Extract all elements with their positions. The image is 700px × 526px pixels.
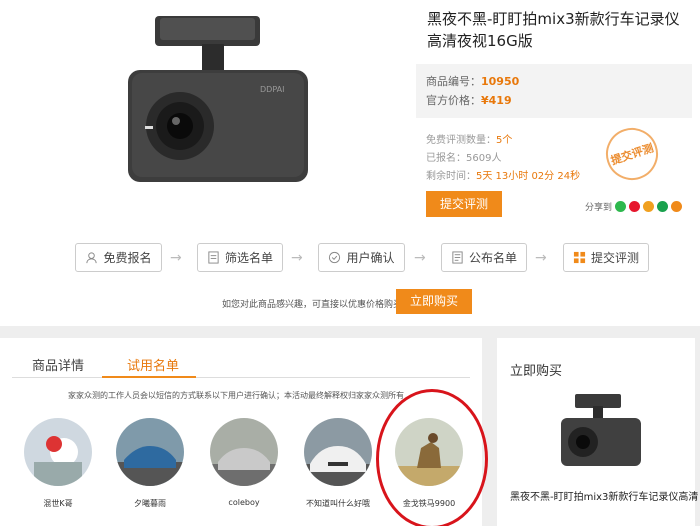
douban-icon[interactable] — [657, 201, 669, 212]
buy-note: 如您对此商品感兴趣，可直接以优惠价格购买。 — [222, 300, 412, 310]
trial-info: 免费评测数量：5个 已报名：5609人 剩余时间：5天 13小时 02分 24秒 — [426, 135, 581, 182]
tab-bar: 商品详情 试用名单 — [12, 350, 470, 378]
list-item[interactable]: 不知道叫什么好哦 — [298, 418, 378, 509]
step-user-confirm: 用户确认 — [318, 243, 405, 272]
weibo-icon[interactable] — [629, 201, 641, 212]
tab-trial-list[interactable]: 试用名单 — [127, 355, 179, 374]
list-item[interactable]: coleboy — [204, 418, 284, 507]
avatar — [116, 418, 184, 486]
list-item[interactable]: 混世K哥 — [18, 418, 98, 509]
user-icon — [86, 252, 98, 264]
product-header-panel: DDPAI 黑夜不黑-盯盯拍mix3新款行车记录仪高清夜视16G版 商品编号：1… — [0, 0, 700, 326]
active-tab-underline — [102, 376, 196, 378]
price-box: 商品编号：10950 官方价格：¥419 — [416, 64, 692, 118]
product-title: 黑夜不黑-盯盯拍mix3新款行车记录仪高清夜视16G版 — [427, 10, 680, 50]
process-steps: 免费报名 → 筛选名单 → 用户确认 → 公布名单 → 提交评测 — [75, 243, 655, 273]
qzone-icon[interactable] — [643, 201, 655, 212]
avatar — [210, 418, 278, 486]
avatar — [24, 418, 92, 486]
arrow-icon: → — [170, 250, 182, 266]
product-code: 10950 — [481, 75, 520, 88]
remaining-time: 5天 13小时 02分 24秒 — [476, 171, 581, 182]
submit-review-button[interactable]: 提交评测 — [426, 191, 502, 217]
sidebar-product-name[interactable]: 黑夜不黑-盯盯拍mix3新款行车记录仪高清 — [510, 488, 698, 503]
share-label: 分享到 — [585, 203, 613, 213]
document-icon — [208, 251, 219, 264]
product-code-row: 商品编号：10950 — [426, 75, 520, 88]
step-free-signup: 免费报名 — [75, 243, 162, 272]
sidebar-title: 立即购买 — [510, 364, 563, 379]
arrow-icon: → — [414, 250, 426, 266]
submit-review-stamp: 提交评测 — [599, 121, 665, 187]
red-annotation-circle — [376, 389, 488, 526]
sidebar-product-image[interactable] — [553, 390, 643, 470]
trial-list-panel: 商品详情 试用名单 家家众测的工作人员会以短信的方式联系以下用户进行确认；本活动… — [0, 338, 488, 526]
wechat-icon[interactable] — [615, 201, 627, 212]
share-bar: 分享到 — [585, 200, 683, 213]
step-submit-review: 提交评测 — [563, 243, 649, 272]
grid-icon — [573, 251, 586, 264]
user-name: 夕曦暮雨 — [134, 499, 166, 508]
check-circle-icon — [329, 251, 341, 264]
user-name: 混世K哥 — [43, 499, 73, 508]
more-share-icon[interactable] — [671, 201, 683, 212]
price-row: 官方价格：¥419 — [426, 94, 512, 107]
official-price: ¥419 — [481, 94, 512, 107]
signed-count: 5609人 — [466, 153, 502, 164]
step-publish-list: 公布名单 — [441, 243, 527, 272]
list-icon — [452, 251, 463, 264]
arrow-icon: → — [535, 250, 547, 266]
list-item[interactable]: 夕曦暮雨 — [110, 418, 190, 509]
free-count: 5个 — [496, 135, 513, 146]
svg-text:DDPAI: DDPAI — [260, 85, 284, 94]
step-filter-list: 筛选名单 — [197, 243, 283, 272]
buy-now-sidebar: 立即购买 黑夜不黑-盯盯拍mix3新款行车记录仪高清 — [497, 338, 698, 526]
trial-notice: 家家众测的工作人员会以短信的方式联系以下用户进行确认；本活动最终解释权归家家众测… — [68, 391, 404, 400]
user-name: coleboy — [228, 498, 260, 507]
tab-product-details[interactable]: 商品详情 — [32, 355, 84, 374]
arrow-icon: → — [291, 250, 303, 266]
user-name: 不知道叫什么好哦 — [306, 499, 370, 508]
dashcam-product-image: DDPAI — [128, 16, 308, 182]
avatar — [304, 418, 372, 486]
buy-now-button[interactable]: 立即购买 — [396, 289, 472, 314]
